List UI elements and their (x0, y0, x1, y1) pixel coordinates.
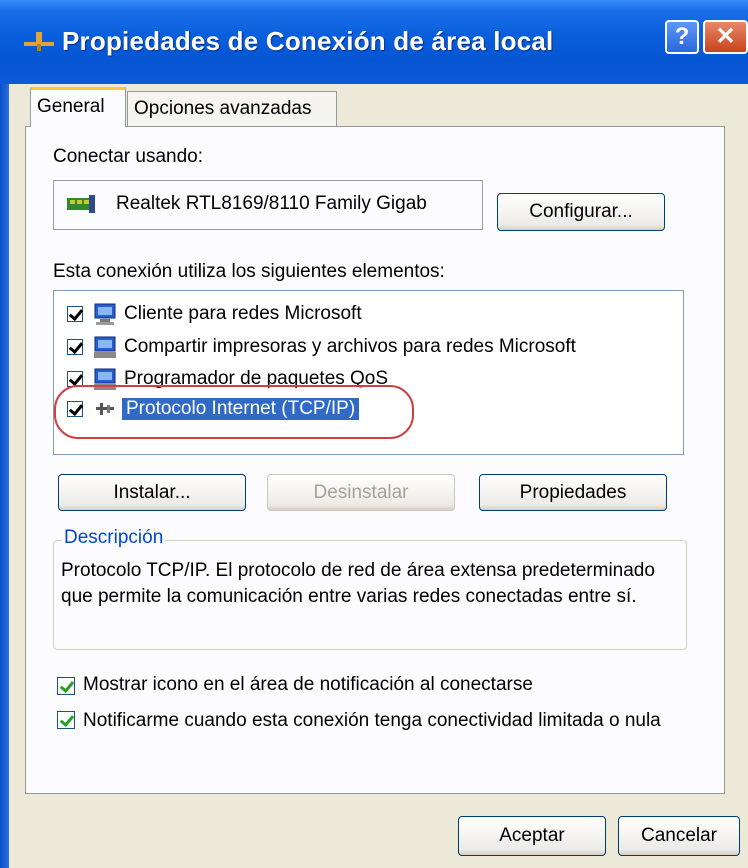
cancel-button[interactable]: Cancelar (618, 816, 740, 856)
show-icon-checkbox[interactable] (57, 677, 75, 695)
title-bar[interactable]: Propiedades de Conexión de área local ? … (0, 0, 748, 84)
install-button[interactable]: Instalar... (58, 474, 246, 511)
highlight-annotation (54, 385, 414, 439)
close-button[interactable]: ✕ (703, 20, 748, 54)
description-text: Protocolo TCP/IP. El protocolo de red de… (61, 560, 655, 607)
file-printer-sharing-icon (94, 336, 116, 358)
connect-using-label: Conectar usando: (53, 146, 203, 167)
network-adapter-icon (67, 195, 95, 213)
tab-advanced-options[interactable]: Opciones avanzadas (127, 91, 337, 127)
window-frame-left (0, 84, 9, 868)
ok-button[interactable]: Aceptar (458, 816, 606, 856)
component-label: Compartir impresoras y archivos para red… (124, 336, 576, 357)
component-checkbox[interactable] (67, 339, 83, 355)
properties-button[interactable]: Propiedades (479, 474, 667, 511)
list-item[interactable]: Cliente para redes Microsoft (54, 300, 674, 330)
network-connection-icon (24, 32, 54, 51)
list-item[interactable]: Compartir impresoras y archivos para red… (54, 333, 674, 363)
window-title: Propiedades de Conexión de área local (62, 26, 554, 56)
configure-button[interactable]: Configurar... (497, 193, 665, 231)
network-client-icon (94, 303, 116, 325)
help-button[interactable]: ? (665, 20, 699, 54)
show-icon-label[interactable]: Mostrar icono en el área de notificación… (83, 674, 533, 696)
notify-checkbox[interactable] (57, 711, 75, 729)
component-label: Cliente para redes Microsoft (124, 303, 362, 324)
adapter-box: Realtek RTL8169/8110 Family Gigab (53, 180, 483, 230)
notify-label[interactable]: Notificarme cuando esta conexión tenga c… (83, 708, 683, 733)
adapter-name: Realtek RTL8169/8110 Family Gigab (116, 193, 427, 214)
uninstall-button: Desinstalar (267, 474, 455, 511)
description-title: Descripción (62, 527, 166, 549)
dialog-window: Propiedades de Conexión de área local ? … (0, 0, 748, 868)
component-checkbox[interactable] (67, 306, 83, 322)
components-label: Esta conexión utiliza los siguientes ele… (53, 261, 445, 282)
tab-general[interactable]: General (30, 87, 126, 127)
